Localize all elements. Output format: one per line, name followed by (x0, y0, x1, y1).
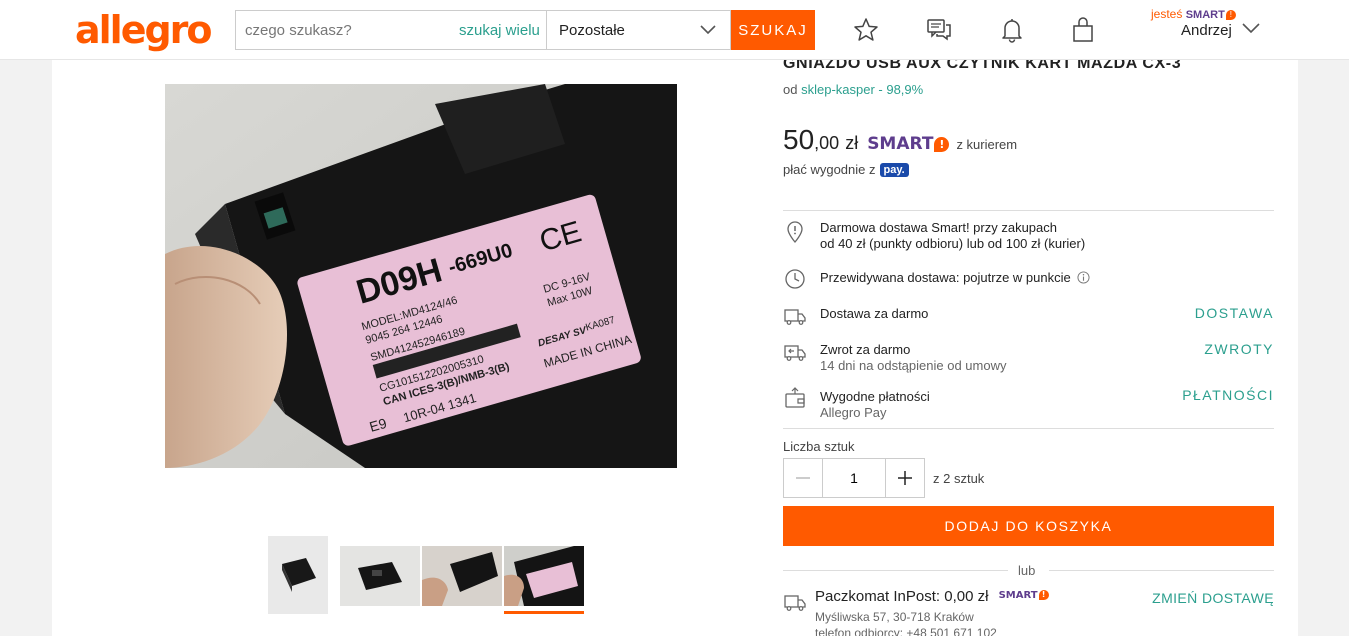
info-line1: Dostawa za darmo (820, 306, 929, 321)
info-text: Przewidywana dostawa: pojutrze w punkcie (820, 270, 1090, 286)
pay-row: płać wygodnie z pay. (783, 162, 909, 177)
price-fraction: ,00 (814, 133, 840, 153)
quantity-label: Liczba sztuk (783, 439, 855, 454)
parcel-address: Myśliwska 57, 30-718 Kraków telefon odbi… (815, 609, 997, 636)
payments-link[interactable]: PŁATNOŚCI (1182, 387, 1274, 403)
smart-word: SMART (867, 134, 934, 154)
info-line1: Darmowa dostawa Smart! przy zakupach (820, 220, 1057, 235)
quantity-input[interactable] (822, 459, 886, 497)
delivery-link[interactable]: DOSTAWA (1195, 305, 1274, 321)
truck-icon (784, 309, 806, 325)
wallet-icon (785, 387, 805, 408)
info-line1: Wygodne płatności (820, 389, 930, 404)
payments-row: Wygodne płatności Allegro Pay PŁATNOŚCI (783, 386, 1274, 422)
quantity-stepper (783, 458, 925, 498)
divider (783, 210, 1274, 211)
star-icon[interactable] (852, 16, 880, 44)
cart-bag-icon[interactable] (1069, 16, 1097, 44)
courier-text: z kurierem (956, 137, 1018, 152)
location-pin-icon (787, 221, 803, 243)
divider (783, 570, 1008, 571)
smart-logo: SMART! (867, 134, 950, 154)
change-delivery-link[interactable]: ZMIEŃ DOSTAWĘ (1152, 590, 1274, 606)
truck-icon (784, 595, 806, 611)
quantity-available: z 2 sztuk (933, 471, 985, 486)
divider (1049, 570, 1274, 571)
info-circle-icon[interactable] (1077, 271, 1090, 284)
return-truck-icon (784, 345, 806, 361)
smart-exclamation-icon: ! (1225, 10, 1236, 20)
seller-prefix: od (783, 82, 798, 97)
increase-quantity-button[interactable] (886, 459, 924, 497)
price-row: 50,00 zł SMART! z kurierem (783, 124, 1017, 156)
info-text: Zwrot za darmo 14 dni na odstąpienie od … (820, 342, 1006, 374)
allegro-logo[interactable]: allegro (75, 8, 213, 52)
parcel-phone: telefon odbiorcy: +48 501 671 102 (815, 626, 997, 636)
smart-logo: SMART! (999, 590, 1049, 601)
add-to-cart-button[interactable]: DODAJ DO KOSZYKA (783, 506, 1274, 546)
or-text: lub (1018, 563, 1036, 578)
product-page: D09H -669U0 CE MODEL:MD4124/46 9045 264 … (52, 55, 1298, 636)
search-bar: szukaj wielu Pozostałe SZUKAJ (235, 10, 815, 50)
parcel-address-line: Myśliwska 57, 30-718 Kraków (815, 610, 974, 624)
user-name: Andrzej (1181, 22, 1232, 39)
thumbnail-2[interactable] (340, 546, 420, 606)
smart-free-delivery-row: Darmowa dostawa Smart! przy zakupach od … (783, 220, 1274, 260)
parcel-title: Paczkomat InPost: 0,00 zł SMART! (815, 588, 1049, 605)
messages-icon[interactable] (925, 16, 953, 44)
plus-icon (898, 471, 912, 485)
smart-word: SMART (1185, 9, 1225, 21)
divider (783, 428, 1274, 429)
info-line1: Przewidywana dostawa: pojutrze w punkcie (820, 270, 1071, 285)
or-separator: lub (783, 562, 1274, 578)
search-button[interactable]: SZUKAJ (731, 10, 815, 50)
parcel-title-text: Paczkomat InPost: 0,00 zł (815, 588, 989, 605)
info-line2: od 40 zł (punkty odbioru) lub od 100 zł … (820, 236, 1086, 251)
price-currency: zł (845, 133, 859, 153)
expected-delivery-row: Przewidywana dostawa: pojutrze w punkcie (783, 267, 1274, 291)
smart-status: jesteś SMART! (1151, 7, 1236, 21)
smart-exclamation-icon: ! (934, 137, 950, 152)
search-many-link[interactable]: szukaj wielu (459, 22, 540, 39)
info-line2: Allegro Pay (820, 405, 887, 420)
info-line1: Zwrot za darmo (820, 342, 911, 357)
smart-word: SMART (998, 590, 1038, 601)
info-text: Wygodne płatności Allegro Pay (820, 389, 930, 421)
thumbnail-active-indicator (504, 611, 584, 614)
info-text: Darmowa dostawa Smart! przy zakupach od … (820, 220, 1085, 252)
seller-info: od sklep-kasper - 98,9% (783, 82, 923, 97)
smart-prefix: jesteś (1151, 7, 1183, 21)
bell-icon[interactable] (998, 16, 1026, 44)
minus-icon (796, 477, 810, 479)
thumbnail-1[interactable] (268, 536, 328, 614)
price-main: 50 (783, 124, 815, 155)
category-select[interactable]: Pozostałe (546, 10, 731, 50)
decrease-quantity-button[interactable] (784, 459, 822, 497)
product-main-image[interactable]: D09H -669U0 CE MODEL:MD4124/46 9045 264 … (165, 84, 677, 468)
thumbnail-4[interactable] (504, 546, 584, 606)
chevron-down-icon (700, 25, 716, 35)
free-return-row: Zwrot za darmo 14 dni na odstąpienie od … (783, 340, 1274, 376)
category-label: Pozostałe (559, 21, 625, 39)
user-menu[interactable]: jesteś SMART! Andrzej (1150, 6, 1270, 54)
pay-text: płać wygodnie z (783, 162, 876, 177)
smart-exclamation-icon: ! (1038, 590, 1049, 600)
info-line2: 14 dni na odstąpienie od umowy (820, 358, 1007, 373)
free-delivery-row: Dostawa za darmo DOSTAWA (783, 304, 1274, 328)
thumbnail-3[interactable] (422, 546, 502, 606)
returns-link[interactable]: ZWROTY (1204, 341, 1274, 357)
seller-link[interactable]: sklep-kasper - 98,9% (801, 82, 923, 97)
chevron-down-icon (1242, 23, 1260, 34)
top-bar: allegro szukaj wielu Pozostałe SZUKAJ je… (0, 0, 1349, 60)
clock-icon (785, 269, 805, 289)
allegro-pay-badge: pay. (879, 162, 909, 177)
